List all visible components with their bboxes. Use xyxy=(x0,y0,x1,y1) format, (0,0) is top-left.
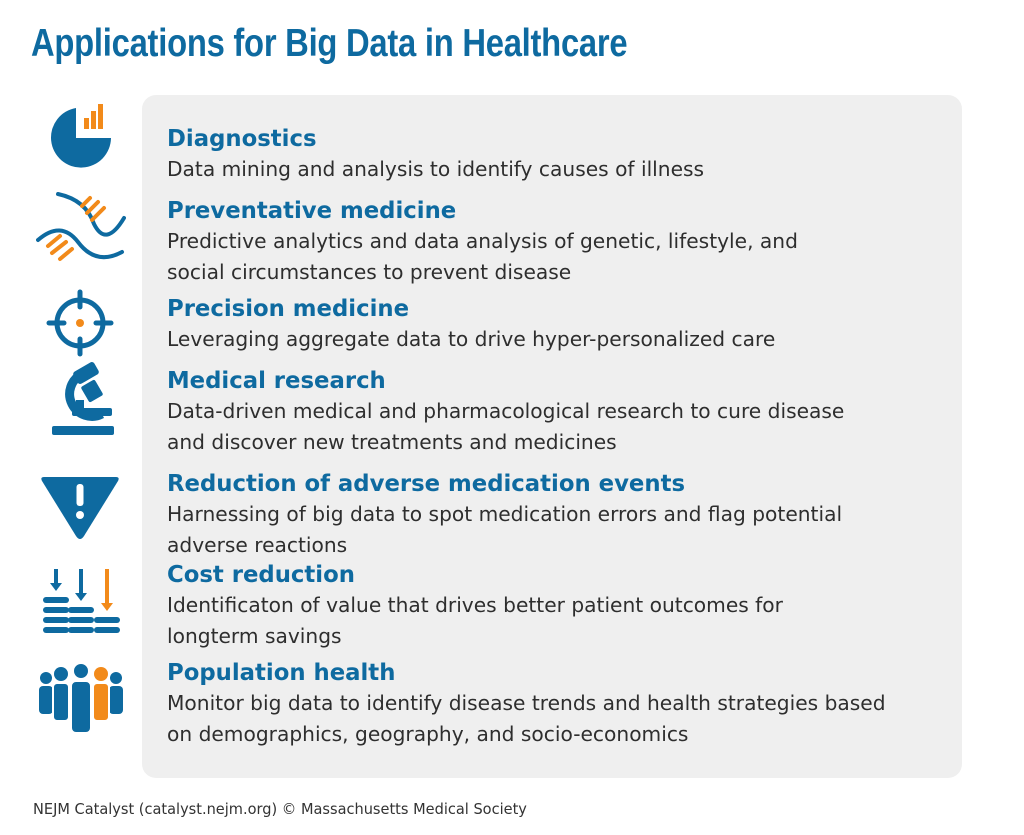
item-cost-reduction: Cost reduction Identificaton of value th… xyxy=(167,560,947,652)
footer-credit: NEJM Catalyst (catalyst.nejm.org) © Mass… xyxy=(33,800,527,818)
item-heading: Diagnostics xyxy=(167,126,317,152)
microscope-icon xyxy=(36,362,126,442)
item-description: Data mining and analysis to identify cau… xyxy=(167,157,705,181)
item-medical-research: Medical research Data-driven medical and… xyxy=(167,366,947,458)
cost-reduction-icon xyxy=(36,563,126,643)
item-description: Harnessing of big data to spot medicatio… xyxy=(167,502,843,526)
item-reduction-adverse-events: Reduction of adverse medication events H… xyxy=(167,469,947,561)
item-diagnostics: Diagnostics Data mining and analysis to … xyxy=(167,124,947,185)
pie-chart-bar-icon xyxy=(36,98,126,178)
item-population-health: Population health Monitor big data to id… xyxy=(167,658,947,750)
warning-triangle-icon xyxy=(36,470,126,550)
item-description: Identificaton of value that drives bette… xyxy=(167,593,783,617)
item-heading: Reduction of adverse medication events xyxy=(167,471,686,497)
dna-helix-icon xyxy=(36,192,126,272)
item-heading: Medical research xyxy=(167,368,386,394)
item-description: longterm savings xyxy=(167,624,342,648)
item-description: Data-driven medical and pharmacological … xyxy=(167,399,845,423)
item-description: adverse reactions xyxy=(167,533,348,557)
item-heading: Cost reduction xyxy=(167,562,355,588)
item-heading: Preventative medicine xyxy=(167,198,457,224)
item-heading: Population health xyxy=(167,660,396,686)
item-description: and discover new treatments and medicine… xyxy=(167,430,617,454)
page-title: Applications for Big Data in Healthcare xyxy=(31,22,628,65)
item-preventative-medicine: Preventative medicine Predictive analyti… xyxy=(167,196,947,288)
item-description: Leveraging aggregate data to drive hyper… xyxy=(167,327,776,351)
item-description: Predictive analytics and data analysis o… xyxy=(167,229,798,253)
item-heading: Precision medicine xyxy=(167,296,410,322)
item-precision-medicine: Precision medicine Leveraging aggregate … xyxy=(167,294,947,355)
crosshair-target-icon xyxy=(36,281,126,361)
item-description: social circumstances to prevent disease xyxy=(167,260,572,284)
item-description: Monitor big data to identify disease tre… xyxy=(167,691,886,715)
population-group-icon xyxy=(36,660,126,740)
item-description: on demographics, geography, and socio-ec… xyxy=(167,722,689,746)
